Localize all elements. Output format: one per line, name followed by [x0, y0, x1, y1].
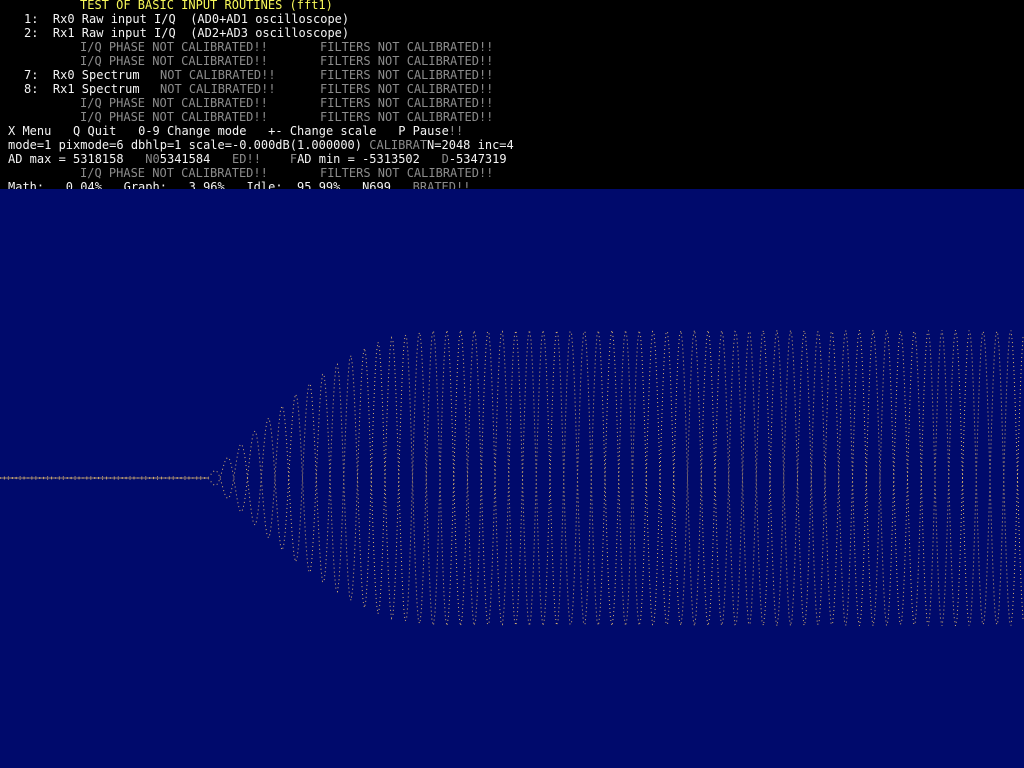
phase-warning: I/Q PHASE NOT CALIBRATED!! — [80, 110, 268, 124]
filter-warning: FILTERS NOT CALIBRATED!! — [320, 110, 494, 124]
menu-item-1[interactable]: 1: Rx0 Raw input I/Q (AD0+AD1 oscillosco… — [24, 12, 349, 26]
filter-warning: FILTERS NOT CALIBRATED!! — [320, 40, 494, 54]
oscilloscope-display — [0, 189, 1024, 768]
mode-status-line: mode=1 pixmode=6 dbhlp=1 scale=-0.000dB(… — [8, 138, 514, 152]
pause-tail: !! — [448, 124, 464, 138]
not-calibrated-warning: NOT CALIBRATED!! — [160, 82, 276, 96]
controls-bar: X Menu Q Quit 0-9 Change mode +- Change … — [8, 124, 463, 138]
mode-status: mode=1 pixmode=6 dbhlp=1 scale=-0.000dB(… — [8, 138, 363, 152]
frag-n699: N699 — [362, 180, 391, 189]
ad-min: AD min = -5313502 — [297, 152, 420, 166]
filter-warning: FILTERS NOT CALIBRATED!! — [320, 82, 494, 96]
fft-info: N=2048 inc=4 — [427, 138, 514, 152]
menu-item-8-key: 8: — [24, 82, 39, 96]
filter-warning: FILTERS NOT CALIBRATED!! — [320, 96, 494, 110]
ad-min-2: -5347319 — [448, 152, 507, 166]
load-line: Math: 0.04% Graph: 3.96% Idle: 95.99% N6… — [8, 180, 470, 189]
filter-warning: FILTERS NOT CALIBRATED!! — [320, 166, 494, 180]
frag-brated: BRATED!! — [412, 180, 471, 189]
menu-item-2-desc: (AD2+AD3 oscilloscope) — [190, 26, 350, 40]
text-console: TEST OF BASIC INPUT ROUTINES (fft1) 1: R… — [0, 0, 1024, 189]
oscilloscope-trace — [0, 329, 1024, 627]
graph-load: Graph: 3.96% — [123, 180, 225, 189]
pause-key[interactable]: P Pause — [398, 124, 449, 138]
menu-item-7-key: 7: — [24, 68, 39, 82]
phase-warning: I/Q PHASE NOT CALIBRATED!! — [80, 166, 268, 180]
menu-item-2-key: 2: — [24, 26, 39, 40]
menu-item-8[interactable]: 8: Rx1 Spectrum — [24, 82, 140, 96]
filter-warning: FILTERS NOT CALIBRATED!! — [320, 54, 494, 68]
ad-max-frag: N — [145, 152, 153, 166]
phase-warning: I/Q PHASE NOT CALIBRATED!! — [80, 54, 268, 68]
menu-item-1-desc: (AD0+AD1 oscilloscope) — [190, 12, 350, 26]
ad-max-frag-digit: 0 — [152, 152, 160, 166]
change-scale-key[interactable]: +- Change scale — [268, 124, 376, 138]
menu-item-1-key: 1: — [24, 12, 39, 26]
idle-load: Idle: 95.99% — [246, 180, 341, 189]
filter-warning: FILTERS NOT CALIBRATED!! — [320, 68, 494, 82]
not-calibrated-warning: NOT CALIBRATED!! — [160, 68, 276, 82]
phase-warning: I/Q PHASE NOT CALIBRATED!! — [80, 96, 268, 110]
math-load: Math: 0.04% — [8, 180, 102, 189]
menu-item-2-label: Rx1 Raw input I/Q — [52, 26, 176, 40]
frag-ed: ED!! — [232, 152, 261, 166]
change-mode-key[interactable]: 0-9 Change mode — [138, 124, 246, 138]
calib-fragment: CALIBRAT — [369, 138, 428, 152]
menu-key[interactable]: X Menu — [8, 124, 51, 138]
frag-f: F — [289, 152, 298, 166]
ad-max: AD max = 5318158 — [8, 152, 124, 166]
menu-item-7-label: Rx0 Spectrum — [52, 68, 140, 82]
quit-key[interactable]: Q Quit — [73, 124, 116, 138]
menu-item-2[interactable]: 2: Rx1 Raw input I/Q (AD2+AD3 oscillosco… — [24, 26, 349, 40]
phase-warning: I/Q PHASE NOT CALIBRATED!! — [80, 40, 268, 54]
frag-d: D — [441, 152, 449, 166]
menu-item-1-label: Rx0 Raw input I/Q — [52, 12, 176, 26]
ad-readout-line: AD max = 5318158 N05341584 ED!! FAD min … — [8, 152, 507, 166]
ad-max-2: 5341584 — [159, 152, 211, 166]
menu-item-8-label: Rx1 Spectrum — [52, 82, 140, 96]
menu-item-7[interactable]: 7: Rx0 Spectrum — [24, 68, 140, 82]
page-title: TEST OF BASIC INPUT ROUTINES (fft1) — [80, 0, 333, 12]
